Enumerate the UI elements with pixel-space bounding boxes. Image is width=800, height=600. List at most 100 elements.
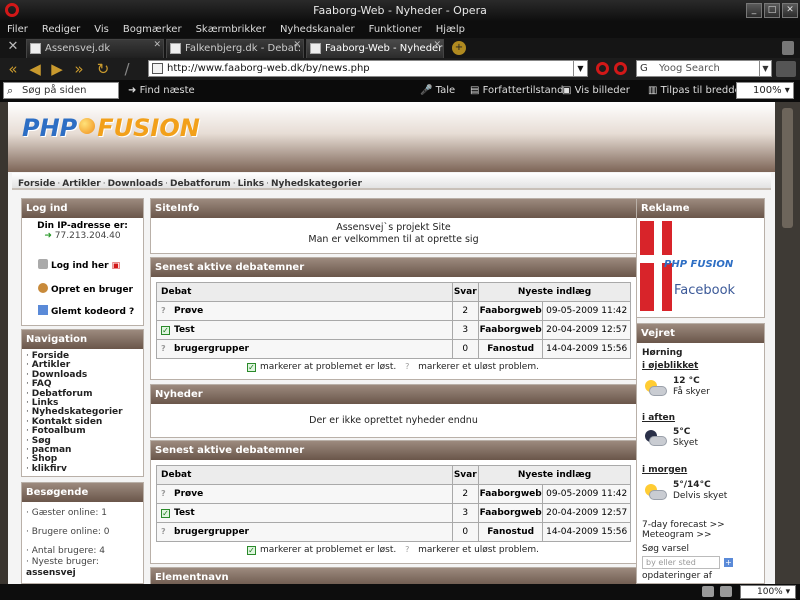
scrollbar-thumb[interactable] (782, 108, 793, 228)
legend-unsolved: markerer et uløst problem. (418, 545, 539, 555)
weather-evening-link[interactable]: i aften (642, 413, 675, 423)
replies-cell: 3 (451, 503, 480, 523)
nav-artikler[interactable]: Artikler (62, 179, 100, 189)
show-images-button[interactable]: ▣ Vis billeder (562, 85, 630, 96)
page-scrollbar[interactable] (775, 102, 800, 584)
close-window-button[interactable]: ✕ (782, 3, 798, 18)
debate-title-cell[interactable]: ? Prøve (156, 301, 453, 321)
ip-value: 77.213.204.40 (54, 231, 121, 241)
reload-icon[interactable]: ↻ (94, 60, 112, 78)
menu-item-view[interactable]: Vis (87, 22, 116, 35)
menu-item-tools[interactable]: Funktioner (362, 22, 429, 35)
debate-title[interactable]: Prøve (174, 489, 203, 499)
find-input[interactable]: ⌕ Søg på siden (3, 82, 119, 99)
menu-item-help[interactable]: Hjælp (429, 22, 472, 35)
debate-title[interactable]: Test (174, 508, 195, 518)
tools-icon[interactable]: ✕ (4, 39, 22, 57)
search-field[interactable]: G Yoog Search ▼ (636, 60, 772, 77)
back-icon[interactable]: ◀ (26, 60, 44, 78)
speech-button[interactable]: 🎤 Tale (420, 85, 455, 96)
weather-search-input[interactable]: by eller sted (642, 556, 720, 569)
navigation-panel: Navigation ForsideArtiklerDownloadsFAQDe… (21, 329, 144, 477)
siteinfo-caption: SiteInfo (151, 199, 636, 218)
menu-item-file[interactable]: Filer (0, 22, 35, 35)
debates-table: Debat Svar Nyeste indlæg? Prøve 2 Faaborgweb 0… (156, 465, 631, 542)
author-cell[interactable]: Fanostud (477, 339, 544, 359)
forward-icon[interactable]: ▶ (48, 60, 66, 78)
nav-links[interactable]: Links (238, 179, 265, 189)
weather-tomorrow-link[interactable]: i morgen (642, 465, 687, 475)
nav-downloads[interactable]: Downloads (108, 179, 164, 189)
debate-title-cell[interactable]: ✓ Test (156, 503, 453, 523)
author-cell[interactable]: Fanostud (477, 522, 544, 542)
menu-item-edit[interactable]: Rediger (35, 22, 87, 35)
extension-icon[interactable] (776, 61, 796, 77)
author-cell[interactable]: Faaborgweb (477, 320, 544, 340)
facebook-banner[interactable]: PHP FUSION Facebook (640, 221, 762, 311)
rewind-icon[interactable]: « (4, 60, 22, 78)
debate-title-cell[interactable]: ? brugergrupper (156, 339, 453, 359)
login-link[interactable]: Log ind her ▣ (38, 259, 120, 271)
author-cell[interactable]: Faaborgweb (477, 301, 544, 321)
chevron-down-icon[interactable]: ▼ (573, 61, 587, 76)
nav-forside[interactable]: Forside (18, 179, 55, 189)
fit-width-button[interactable]: ▥ Tilpas til bredden (648, 85, 747, 96)
status-zoom-select[interactable]: 100% ▾ (740, 585, 796, 599)
facebook-label: Facebook (674, 283, 736, 298)
print-icon[interactable] (702, 586, 714, 597)
wand-icon[interactable]: / (118, 60, 136, 78)
debate-title[interactable]: brugergrupper (174, 344, 249, 354)
author-mode-button[interactable]: ▤ Forfattertilstand (470, 85, 563, 96)
debate-title-cell[interactable]: ? brugergrupper (156, 522, 453, 542)
tab-falkenbjerg[interactable]: Falkenbjerg.dk - Debat: ... ✕ (166, 39, 304, 58)
site-nav: Forside · Artikler · Downloads · Debatforum · Li… (12, 173, 771, 190)
new-tab-button[interactable]: + (452, 41, 466, 55)
menu-item-widgets[interactable]: Skærmbrikker (189, 22, 273, 35)
trash-icon[interactable] (782, 41, 794, 55)
news-empty: Der er ikke oprettet nyheder endnu (309, 415, 478, 426)
forgot-password-label: Glemt kodeord ? (51, 307, 135, 317)
address-field[interactable]: http://www.faaborg-web.dk/by/news.php ▼ (148, 60, 588, 77)
newest-user[interactable]: assensvej (26, 568, 139, 579)
menu-item-feeds[interactable]: Nyhedskanaler (273, 22, 362, 35)
weather-panel: Vejret Hørning i øjeblikket 12 °C Få sky… (636, 323, 765, 584)
maximize-button[interactable]: □ (764, 3, 780, 18)
author-cell[interactable]: Faaborgweb (477, 503, 544, 523)
logo-atom-icon (79, 118, 96, 134)
replies-cell: 0 (451, 339, 480, 359)
meteogram-link[interactable]: Meteogram >> (642, 530, 712, 540)
debate-title-cell[interactable]: ✓ Test (156, 320, 453, 340)
image-toggle-icon[interactable] (720, 586, 732, 597)
opera-o-icon[interactable] (614, 62, 627, 75)
menu-item-bookmarks[interactable]: Bogmærker (116, 22, 189, 35)
register-link[interactable]: Opret en bruger (38, 283, 133, 295)
forgot-password-link[interactable]: Glemt kodeord ? (38, 305, 134, 317)
date-cell: 20-04-2009 12:57 (542, 320, 631, 340)
fast-forward-icon[interactable]: » (70, 60, 88, 78)
site-logo[interactable]: PHP FUSION (22, 114, 200, 154)
zoom-select[interactable]: 100% ▾ (736, 82, 794, 99)
debate-title[interactable]: Prøve (174, 306, 203, 316)
minimize-button[interactable]: _ (746, 3, 762, 18)
close-tab-icon[interactable]: ✕ (433, 40, 441, 50)
opera-o-icon[interactable] (596, 62, 609, 75)
nav-nyhedskategorier[interactable]: Nyhedskategorier (271, 179, 362, 189)
debate-title[interactable]: Test (174, 325, 195, 335)
weather-now-link[interactable]: i øjeblikket (642, 361, 698, 371)
weather-search-button[interactable]: + (724, 558, 733, 567)
chevron-down-icon[interactable]: ▼ (759, 61, 771, 76)
navigation-item[interactable]: klikfirv (26, 464, 139, 474)
col-replies: Svar (451, 282, 480, 302)
author-cell[interactable]: Faaborgweb (477, 484, 544, 504)
debate-title-cell[interactable]: ? Prøve (156, 484, 453, 504)
close-tab-icon[interactable]: ✕ (293, 40, 301, 50)
forecast-link[interactable]: 7-day forecast >> (642, 520, 725, 530)
tab-assensvej[interactable]: Assensvej.dk ✕ (26, 39, 164, 58)
find-next-button[interactable]: ➜ Find næste (128, 85, 195, 96)
close-tab-icon[interactable]: ✕ (153, 40, 161, 50)
favicon-icon (170, 43, 181, 54)
search-icon: ⌕ (7, 84, 14, 97)
tab-faaborg[interactable]: Faaborg-Web - Nyheder ✕ (306, 39, 444, 58)
debate-title[interactable]: brugergrupper (174, 527, 249, 537)
nav-debatforum[interactable]: Debatforum (170, 179, 231, 189)
